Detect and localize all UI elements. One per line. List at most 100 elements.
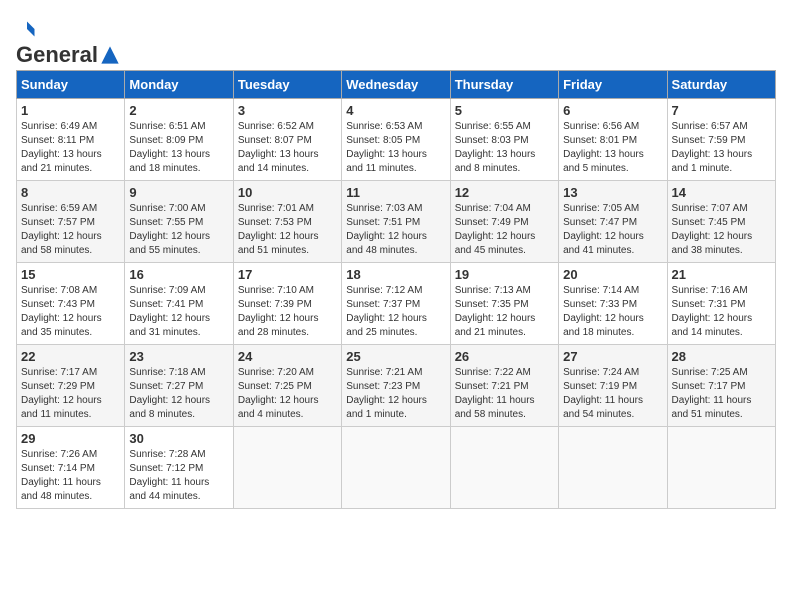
day-info: Sunrise: 6:56 AM Sunset: 8:01 PM Dayligh…	[563, 120, 662, 176]
calendar-cell: 20Sunrise: 7:14 AM Sunset: 7:33 PM Dayli…	[559, 263, 667, 345]
day-number: 2	[129, 103, 228, 118]
calendar-cell: 1 Sunrise: 6:49 AM Sunset: 8:11 PM Daylig…	[17, 99, 125, 181]
calendar-table: SundayMondayTuesdayWednesdayThursdayFrid…	[16, 70, 776, 509]
day-info: Sunrise: 6:53 AM Sunset: 8:05 PM Dayligh…	[346, 120, 445, 176]
calendar-cell	[450, 427, 558, 509]
day-info: Sunrise: 7:04 AM Sunset: 7:49 PM Dayligh…	[455, 202, 554, 258]
day-number: 27	[563, 349, 662, 364]
day-info: Sunrise: 6:55 AM Sunset: 8:03 PM Dayligh…	[455, 120, 554, 176]
calendar-header-row: SundayMondayTuesdayWednesdayThursdayFrid…	[17, 71, 776, 99]
calendar-cell: 9Sunrise: 7:00 AM Sunset: 7:55 PM Daylig…	[125, 181, 233, 263]
day-number: 24	[238, 349, 337, 364]
calendar-week-3: 15Sunrise: 7:08 AM Sunset: 7:43 PM Dayli…	[17, 263, 776, 345]
day-info: Sunrise: 7:20 AM Sunset: 7:25 PM Dayligh…	[238, 366, 337, 422]
calendar-cell	[342, 427, 450, 509]
day-number: 25	[346, 349, 445, 364]
logo-general-label: General	[16, 42, 98, 68]
calendar-cell: 4 Sunrise: 6:53 AM Sunset: 8:05 PM Daylig…	[342, 99, 450, 181]
day-info: Sunrise: 7:10 AM Sunset: 7:39 PM Dayligh…	[238, 284, 337, 340]
day-number: 18	[346, 267, 445, 282]
day-number: 28	[672, 349, 771, 364]
calendar-cell: 22 Sunrise: 7:17 AM Sunset: 7:29 PM Dayli…	[17, 345, 125, 427]
calendar-cell: 13Sunrise: 7:05 AM Sunset: 7:47 PM Dayli…	[559, 181, 667, 263]
day-number: 14	[672, 185, 771, 200]
calendar-cell: 15Sunrise: 7:08 AM Sunset: 7:43 PM Dayli…	[17, 263, 125, 345]
day-info: Sunrise: 7:12 AM Sunset: 7:37 PM Dayligh…	[346, 284, 445, 340]
weekday-header-sunday: Sunday	[17, 71, 125, 99]
day-info: Sunrise: 7:25 AM Sunset: 7:17 PM Dayligh…	[672, 366, 771, 422]
calendar-cell: 25 Sunrise: 7:21 AM Sunset: 7:23 PM Dayli…	[342, 345, 450, 427]
day-number: 22	[21, 349, 120, 364]
calendar-cell: 16 Sunrise: 7:09 AM Sunset: 7:41 PM Dayli…	[125, 263, 233, 345]
day-info: Sunrise: 7:28 AM Sunset: 7:12 PM Dayligh…	[129, 448, 228, 504]
calendar-cell: 29 Sunrise: 7:26 AM Sunset: 7:14 PM Dayli…	[17, 427, 125, 509]
calendar-cell: 27 Sunrise: 7:24 AM Sunset: 7:19 PM Dayli…	[559, 345, 667, 427]
calendar-cell: 21Sunrise: 7:16 AM Sunset: 7:31 PM Dayli…	[667, 263, 775, 345]
calendar-cell: 23 Sunrise: 7:18 AM Sunset: 7:27 PM Dayli…	[125, 345, 233, 427]
day-number: 23	[129, 349, 228, 364]
calendar-cell: 8 Sunrise: 6:59 AM Sunset: 7:57 PM Daylig…	[17, 181, 125, 263]
calendar-cell: 7 Sunrise: 6:57 AM Sunset: 7:59 PM Daylig…	[667, 99, 775, 181]
day-info: Sunrise: 7:03 AM Sunset: 7:51 PM Dayligh…	[346, 202, 445, 258]
day-number: 11	[346, 185, 445, 200]
weekday-header-friday: Friday	[559, 71, 667, 99]
calendar-cell: 11 Sunrise: 7:03 AM Sunset: 7:51 PM Dayli…	[342, 181, 450, 263]
calendar-cell: 30 Sunrise: 7:28 AM Sunset: 7:12 PM Dayli…	[125, 427, 233, 509]
day-info: Sunrise: 7:14 AM Sunset: 7:33 PM Dayligh…	[563, 284, 662, 340]
weekday-header-thursday: Thursday	[450, 71, 558, 99]
day-number: 17	[238, 267, 337, 282]
calendar-cell: 5Sunrise: 6:55 AM Sunset: 8:03 PM Daylig…	[450, 99, 558, 181]
day-number: 26	[455, 349, 554, 364]
calendar-week-2: 8 Sunrise: 6:59 AM Sunset: 7:57 PM Daylig…	[17, 181, 776, 263]
calendar-week-4: 22 Sunrise: 7:17 AM Sunset: 7:29 PM Dayli…	[17, 345, 776, 427]
day-number: 29	[21, 431, 120, 446]
calendar-cell	[559, 427, 667, 509]
calendar-cell: 17 Sunrise: 7:10 AM Sunset: 7:39 PM Dayli…	[233, 263, 341, 345]
day-info: Sunrise: 7:09 AM Sunset: 7:41 PM Dayligh…	[129, 284, 228, 340]
calendar-cell: 12 Sunrise: 7:04 AM Sunset: 7:49 PM Dayli…	[450, 181, 558, 263]
day-info: Sunrise: 6:57 AM Sunset: 7:59 PM Dayligh…	[672, 120, 771, 176]
calendar-cell: 19 Sunrise: 7:13 AM Sunset: 7:35 PM Dayli…	[450, 263, 558, 345]
day-info: Sunrise: 7:07 AM Sunset: 7:45 PM Dayligh…	[672, 202, 771, 258]
day-number: 3	[238, 103, 337, 118]
day-number: 4	[346, 103, 445, 118]
day-number: 10	[238, 185, 337, 200]
day-info: Sunrise: 6:49 AM Sunset: 8:11 PM Dayligh…	[21, 120, 120, 176]
page-header: General	[16, 16, 776, 60]
day-number: 7	[672, 103, 771, 118]
day-info: Sunrise: 6:52 AM Sunset: 8:07 PM Dayligh…	[238, 120, 337, 176]
logo: General	[16, 16, 122, 60]
day-number: 12	[455, 185, 554, 200]
day-info: Sunrise: 7:05 AM Sunset: 7:47 PM Dayligh…	[563, 202, 662, 258]
weekday-header-tuesday: Tuesday	[233, 71, 341, 99]
day-number: 6	[563, 103, 662, 118]
day-info: Sunrise: 7:22 AM Sunset: 7:21 PM Dayligh…	[455, 366, 554, 422]
day-number: 30	[129, 431, 228, 446]
calendar-cell: 2Sunrise: 6:51 AM Sunset: 8:09 PM Daylig…	[125, 99, 233, 181]
logo-triangle-icon	[100, 45, 120, 65]
calendar-cell: 3 Sunrise: 6:52 AM Sunset: 8:07 PM Daylig…	[233, 99, 341, 181]
calendar-cell: 26 Sunrise: 7:22 AM Sunset: 7:21 PM Dayli…	[450, 345, 558, 427]
day-info: Sunrise: 7:00 AM Sunset: 7:55 PM Dayligh…	[129, 202, 228, 258]
logo-icon	[18, 20, 36, 38]
calendar-cell: 18 Sunrise: 7:12 AM Sunset: 7:37 PM Dayli…	[342, 263, 450, 345]
day-number: 8	[21, 185, 120, 200]
day-info: Sunrise: 7:18 AM Sunset: 7:27 PM Dayligh…	[129, 366, 228, 422]
day-number: 19	[455, 267, 554, 282]
day-number: 1	[21, 103, 120, 118]
calendar-cell	[233, 427, 341, 509]
calendar-week-5: 29 Sunrise: 7:26 AM Sunset: 7:14 PM Dayli…	[17, 427, 776, 509]
calendar-cell	[667, 427, 775, 509]
day-info: Sunrise: 7:24 AM Sunset: 7:19 PM Dayligh…	[563, 366, 662, 422]
day-info: Sunrise: 6:59 AM Sunset: 7:57 PM Dayligh…	[21, 202, 120, 258]
calendar-cell: 6 Sunrise: 6:56 AM Sunset: 8:01 PM Daylig…	[559, 99, 667, 181]
day-number: 15	[21, 267, 120, 282]
day-info: Sunrise: 7:26 AM Sunset: 7:14 PM Dayligh…	[21, 448, 120, 504]
weekday-header-wednesday: Wednesday	[342, 71, 450, 99]
day-number: 16	[129, 267, 228, 282]
day-info: Sunrise: 7:17 AM Sunset: 7:29 PM Dayligh…	[21, 366, 120, 422]
calendar-cell: 10Sunrise: 7:01 AM Sunset: 7:53 PM Dayli…	[233, 181, 341, 263]
day-info: Sunrise: 7:13 AM Sunset: 7:35 PM Dayligh…	[455, 284, 554, 340]
calendar-cell: 28 Sunrise: 7:25 AM Sunset: 7:17 PM Dayli…	[667, 345, 775, 427]
day-info: Sunrise: 7:21 AM Sunset: 7:23 PM Dayligh…	[346, 366, 445, 422]
